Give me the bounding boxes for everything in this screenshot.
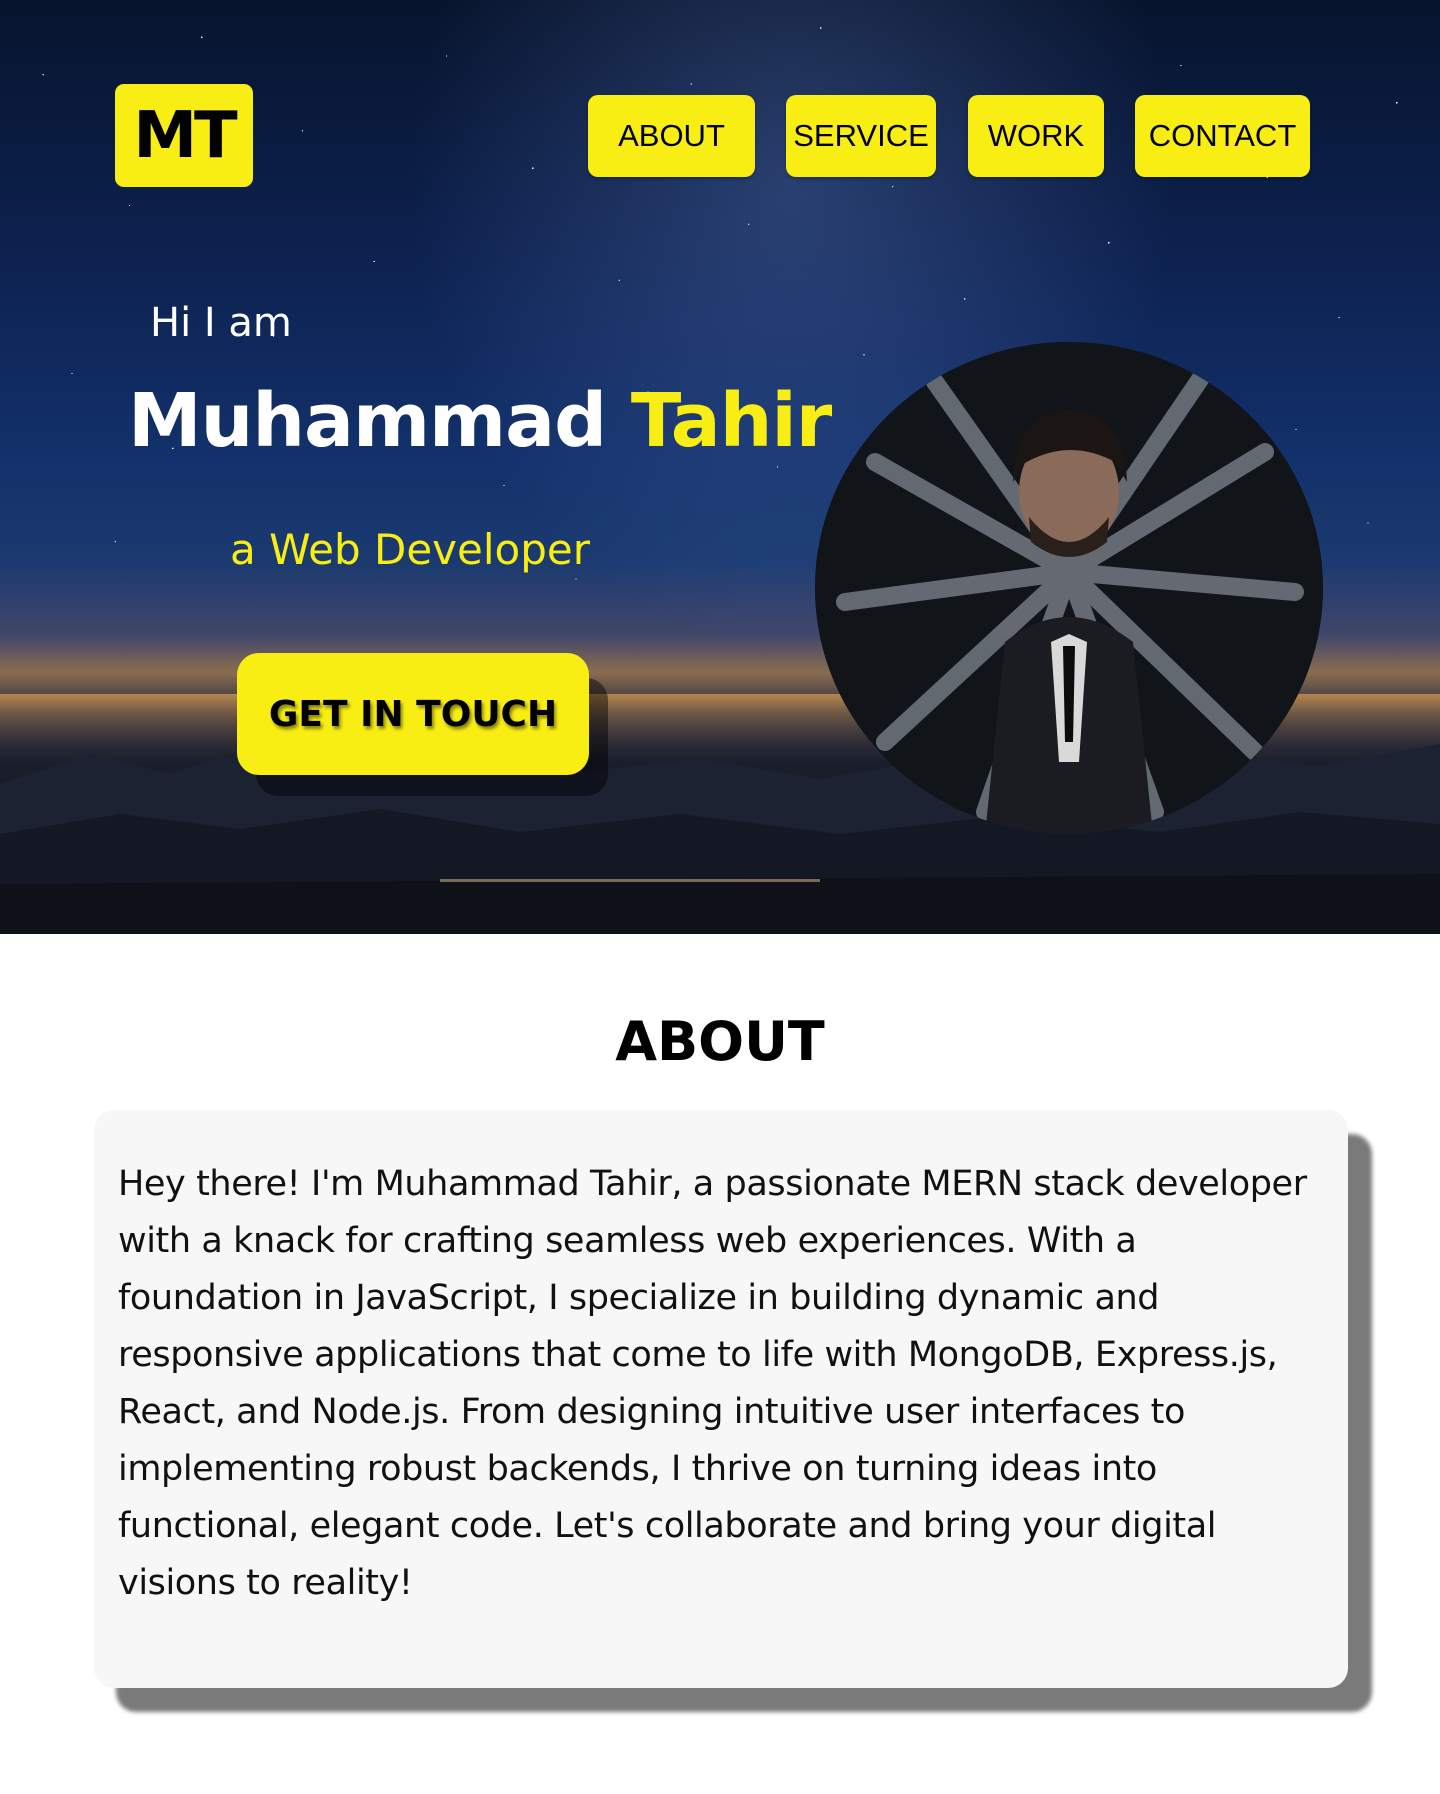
- hero-greeting: Hi I am: [150, 300, 292, 346]
- hero-role: a Web Developer: [230, 525, 591, 574]
- nav-work-button[interactable]: WORK: [968, 95, 1104, 177]
- logo[interactable]: MT: [115, 84, 253, 187]
- nav-service-button[interactable]: SERVICE: [786, 95, 936, 177]
- profile-photo-illustration: [815, 342, 1323, 834]
- nav-contact-button[interactable]: CONTACT: [1135, 95, 1310, 177]
- about-body-text: Hey there! I'm Muhammad Tahir, a passion…: [118, 1164, 1307, 1603]
- about-card: Hey there! I'm Muhammad Tahir, a passion…: [94, 1110, 1348, 1688]
- hero-section: MT ABOUT SERVICE WORK CONTACT Hi I am Mu…: [0, 0, 1440, 934]
- about-heading: ABOUT: [615, 1010, 825, 1073]
- nav-about-button[interactable]: ABOUT: [588, 95, 755, 177]
- hero-name: Muhammad Tahir: [128, 378, 832, 464]
- hero-last-name: Tahir: [630, 378, 832, 464]
- get-in-touch-button[interactable]: GET IN TOUCH: [237, 653, 589, 775]
- hero-first-name: Muhammad: [128, 378, 607, 464]
- profile-photo: [815, 342, 1323, 834]
